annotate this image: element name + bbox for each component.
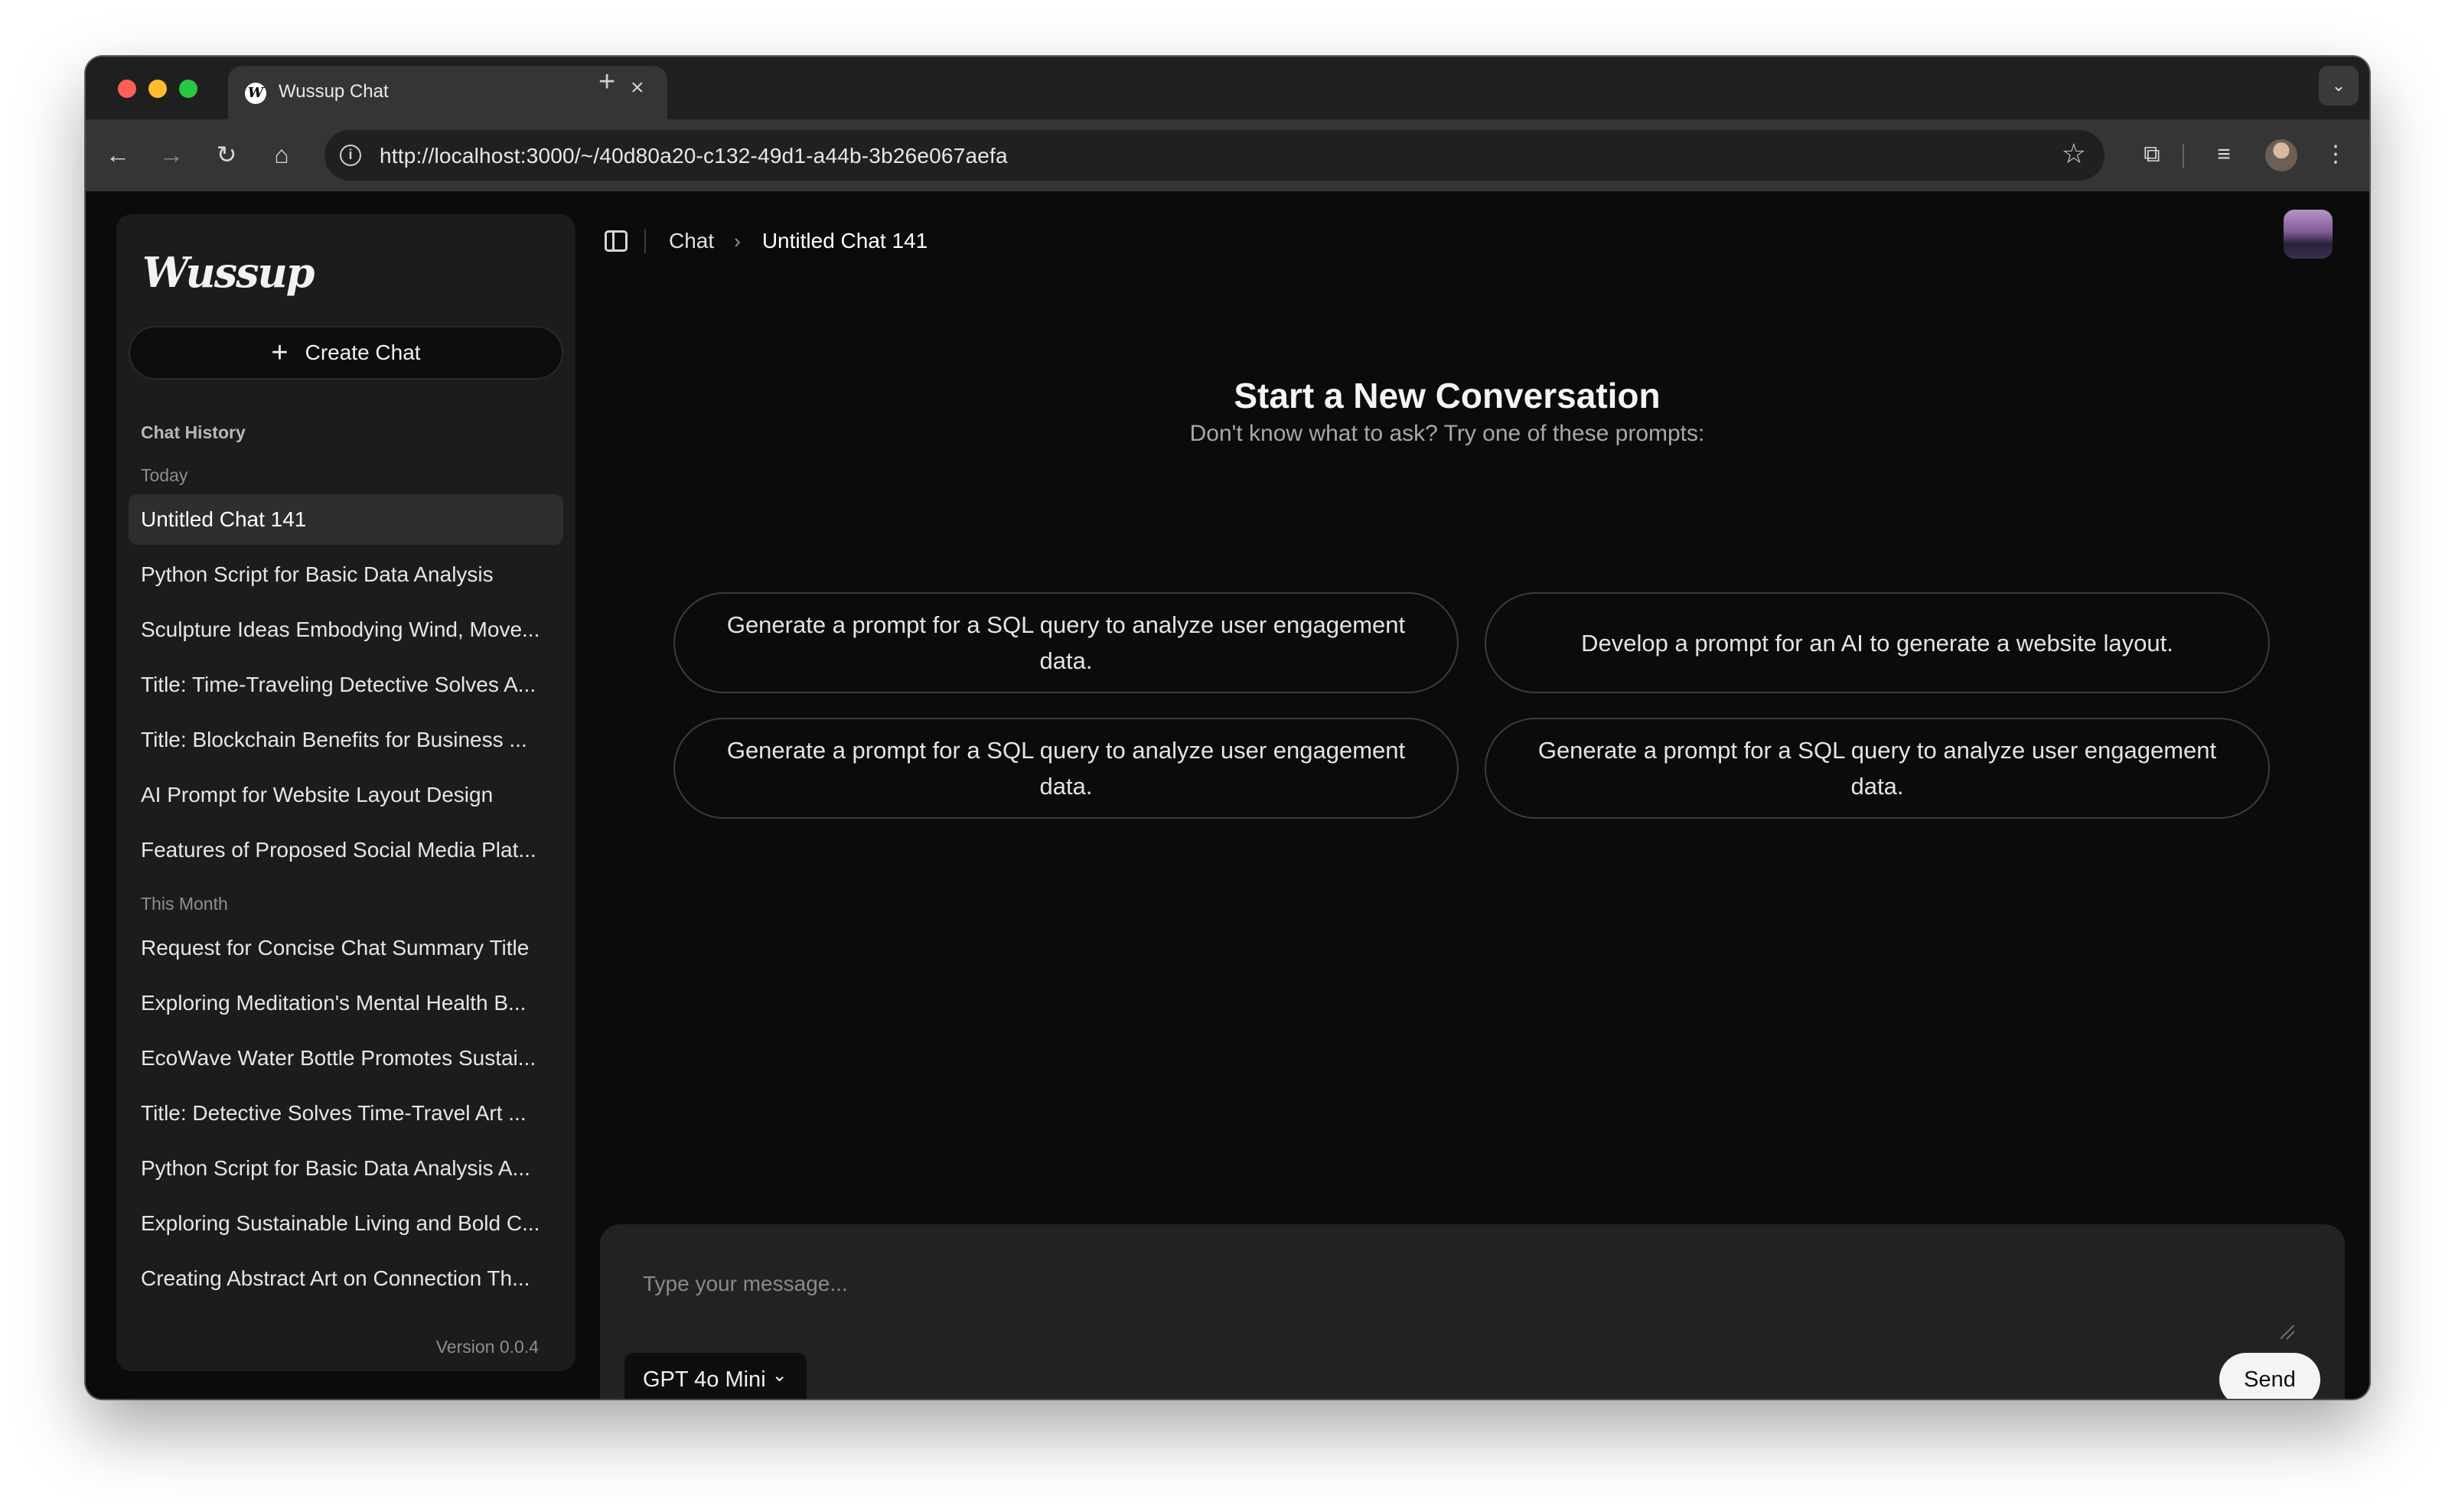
url-text[interactable]: http://localhost:3000/~/40d80a20-c132-49… [380, 144, 1008, 168]
new-tab-icon[interactable]: + [598, 67, 615, 96]
media-controls-icon[interactable]: ≡ [2206, 136, 2242, 173]
bookmark-star-icon[interactable]: ☆ [2062, 138, 2086, 170]
tab-search-icon[interactable]: ⌄ [2319, 66, 2359, 106]
browser-menu-icon[interactable]: ⋮ [2317, 136, 2354, 173]
message-composer: GPT 4o Mini ⌄ Send [600, 1224, 2345, 1399]
prompt-suggestion-button[interactable]: Generate a prompt for a SQL query to ana… [1485, 718, 2270, 819]
history-item[interactable]: Creating Abstract Art on Connection Th..… [129, 1253, 563, 1304]
history-item[interactable]: Title: Detective Solves Time-Travel Art … [129, 1088, 563, 1139]
history-list-today: Untitled Chat 141 Python Script for Basi… [129, 494, 563, 880]
resize-handle-icon[interactable] [2281, 1325, 2294, 1339]
address-bar[interactable]: i http://localhost:3000/~/40d80a20-c132-… [324, 130, 2105, 181]
close-window-button[interactable] [118, 80, 136, 98]
history-item[interactable]: Python Script for Basic Data Analysis [129, 549, 563, 600]
send-button[interactable]: Send [2219, 1353, 2320, 1399]
app-area: Wussup + Create Chat Chat History Today … [86, 191, 2369, 1399]
history-list-this-month: Request for Concise Chat Summary Title E… [129, 923, 563, 1308]
plus-icon: + [271, 337, 289, 369]
history-item[interactable]: EcoWave Water Bottle Promotes Sustai... [129, 1033, 563, 1083]
extensions-icon[interactable]: ⧉ [2134, 136, 2170, 173]
sidebar-toggle-icon[interactable] [605, 230, 628, 252]
back-icon[interactable]: ← [99, 136, 136, 173]
history-item[interactable]: Exploring Meditation's Mental Health B..… [129, 978, 563, 1028]
toolbar-divider [2183, 144, 2184, 168]
history-item[interactable]: Untitled Chat 141 [129, 494, 563, 545]
version-label: Version 0.0.4 [435, 1337, 539, 1357]
sidebar: Wussup + Create Chat Chat History Today … [116, 214, 575, 1371]
reload-icon[interactable]: ↻ [208, 136, 245, 173]
profile-avatar[interactable] [2265, 139, 2297, 171]
prompt-suggestion-button[interactable]: Generate a prompt for a SQL query to ana… [673, 718, 1459, 819]
prompt-suggestion-button[interactable]: Generate a prompt for a SQL query to ana… [673, 592, 1459, 693]
app-logo[interactable]: Wussup [142, 248, 315, 297]
tab-title: Wussup Chat [279, 81, 389, 102]
minimize-window-button[interactable] [148, 80, 167, 98]
message-input[interactable] [643, 1267, 2250, 1301]
home-icon[interactable]: ⌂ [263, 136, 300, 173]
history-item[interactable]: Sculpture Ideas Embodying Wind, Move... [129, 604, 563, 655]
site-info-icon[interactable]: i [340, 145, 361, 166]
model-select-label: GPT 4o Mini [643, 1367, 766, 1392]
page-subtitle: Don't know what to ask? Try one of these… [1189, 421, 1705, 446]
breadcrumb-divider [644, 229, 646, 253]
history-item[interactable]: Exploring Sustainable Living and Bold C.… [129, 1198, 563, 1249]
history-item[interactable]: Title: Time-Traveling Detective Solves A… [129, 660, 563, 710]
browser-toolbar: ← → ↻ ⌂ i http://localhost:3000/~/40d80a… [86, 119, 2369, 191]
chevron-down-icon: ⌄ [771, 1364, 787, 1386]
model-select[interactable]: GPT 4o Mini ⌄ [624, 1353, 807, 1399]
prompt-suggestion-button[interactable]: Develop a prompt for an AI to generate a… [1485, 592, 2270, 693]
create-chat-button[interactable]: + Create Chat [129, 326, 563, 380]
group-title-today: Today [141, 465, 188, 485]
chevron-right-icon: › [734, 229, 741, 253]
chat-history-heading: Chat History [141, 422, 246, 442]
close-tab-icon[interactable]: × [631, 77, 644, 99]
history-item[interactable]: Python Script for Basic Data Analysis A.… [129, 1143, 563, 1194]
history-item[interactable]: Features of Proposed Social Media Plat..… [129, 825, 563, 875]
page-title: Start a New Conversation [1234, 376, 1661, 415]
history-item[interactable]: Request for Concise Chat Summary Title [129, 923, 563, 973]
history-item[interactable]: AI Prompt for Website Layout Design [129, 770, 563, 820]
create-chat-label: Create Chat [305, 341, 421, 364]
breadcrumb-current: Untitled Chat 141 [761, 229, 928, 253]
favicon-icon: W [245, 83, 266, 104]
user-avatar[interactable] [2284, 210, 2333, 259]
group-title-this-month: This Month [141, 894, 228, 914]
maximize-window-button[interactable] [179, 80, 197, 98]
breadcrumb-chat[interactable]: Chat [669, 229, 714, 253]
tab-strip: W Wussup Chat × + ⌄ [86, 57, 2369, 119]
browser-window: W Wussup Chat × + ⌄ ← → ↻ ⌂ i http://loc… [86, 57, 2369, 1399]
forward-icon[interactable]: → [153, 136, 190, 173]
history-item[interactable]: Title: Blockchain Benefits for Business … [129, 715, 563, 765]
breadcrumb: Chat › Untitled Chat 141 [605, 222, 928, 260]
